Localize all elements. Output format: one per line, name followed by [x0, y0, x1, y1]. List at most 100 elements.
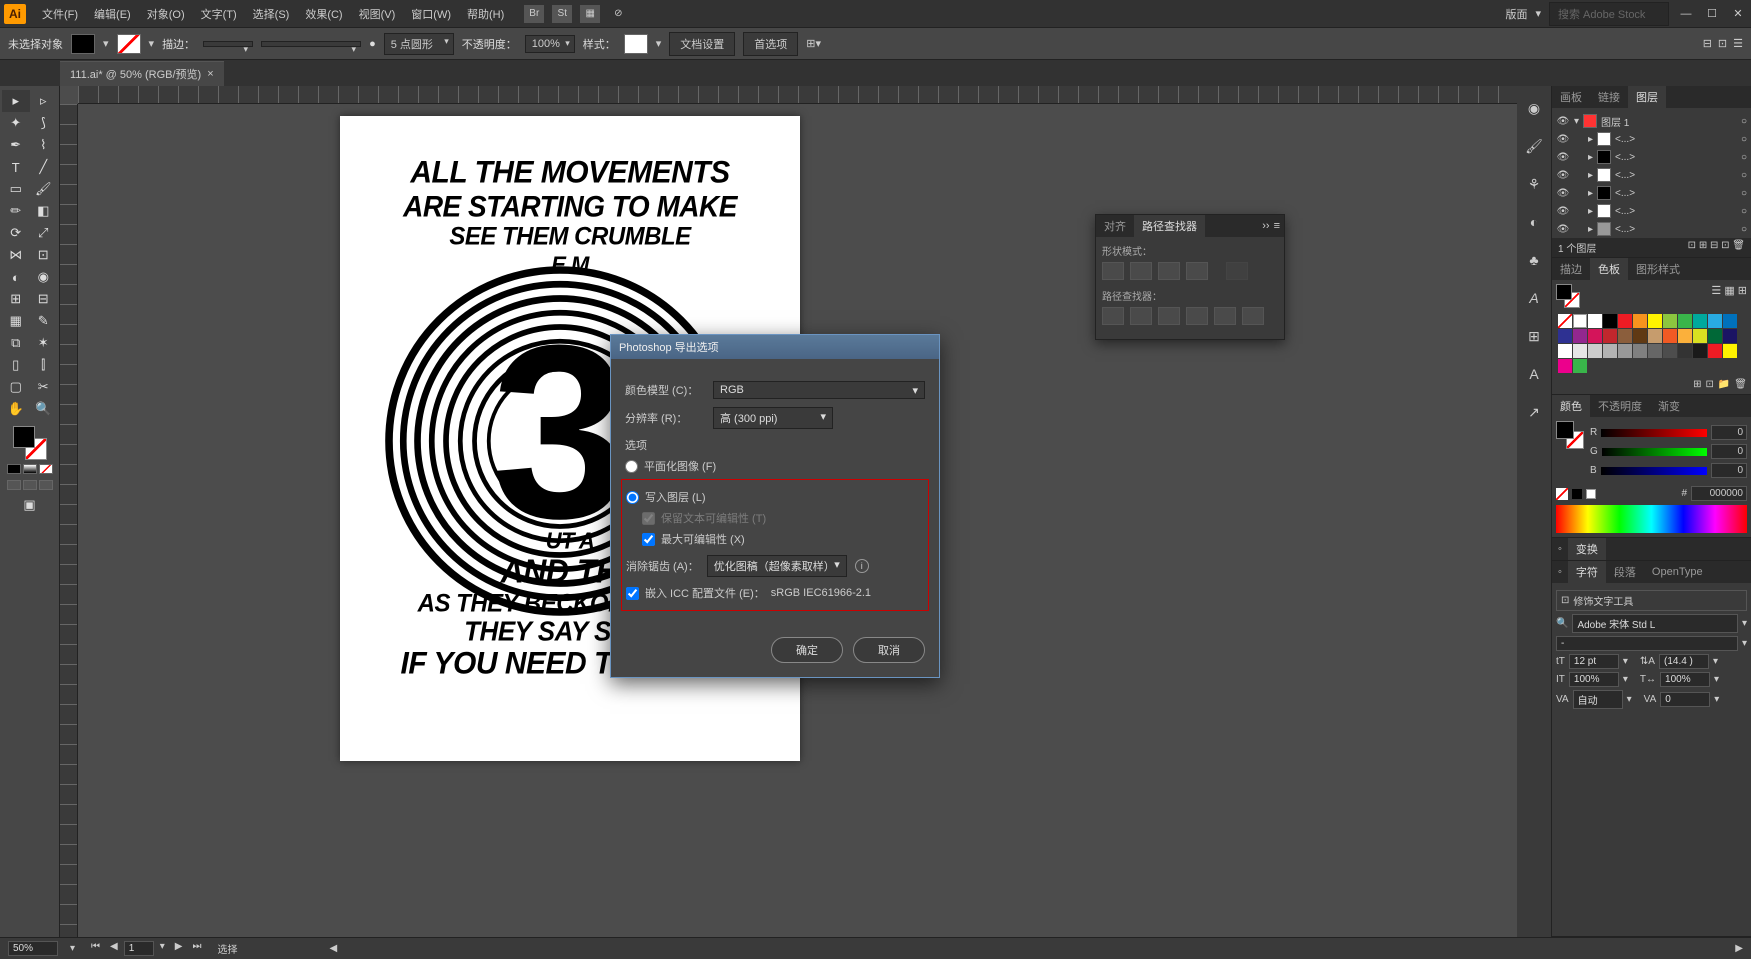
color-spectrum[interactable] — [1556, 505, 1747, 533]
shaper-tool[interactable]: ✏ — [2, 200, 30, 222]
vscale-input[interactable]: 100% — [1569, 672, 1619, 687]
stock-icon[interactable]: St — [552, 5, 572, 23]
swatches-tab[interactable]: 色板 — [1590, 258, 1628, 280]
arrange-icon[interactable]: ▦ — [580, 5, 600, 23]
ruler-horizontal[interactable] — [78, 86, 1517, 104]
panel-toggle-icon[interactable]: ⊡ — [1718, 37, 1727, 50]
ruler-vertical[interactable] — [60, 104, 78, 937]
maximize-icon[interactable]: ☐ — [1703, 7, 1721, 21]
opentype-tab[interactable]: OpenType — [1644, 563, 1711, 581]
visibility-icon[interactable]: 👁 — [1556, 224, 1570, 235]
layer-row[interactable]: 👁▸<...>○ — [1556, 220, 1747, 238]
current-fill-stroke[interactable] — [1556, 284, 1580, 308]
free-transform-tool[interactable]: ⊡ — [30, 244, 58, 266]
outline-icon[interactable] — [1214, 307, 1236, 325]
artboards-tab[interactable]: 画板 — [1552, 86, 1590, 108]
brush-dropdown[interactable]: 5 点圆形 — [384, 33, 454, 55]
stroke-weight-dropdown[interactable] — [203, 41, 253, 47]
flat-image-radio[interactable] — [625, 460, 638, 473]
black-swatch[interactable] — [1572, 489, 1582, 499]
opacity-tab[interactable]: 不透明度 — [1590, 395, 1650, 417]
hand-tool[interactable]: ✋ — [2, 398, 30, 420]
paintbrush-tool[interactable]: 🖌 — [30, 178, 58, 200]
new-swatch-icon[interactable]: ⊡ — [1705, 379, 1713, 390]
color-tab[interactable]: 颜色 — [1552, 395, 1590, 417]
eraser-tool[interactable]: ◧ — [30, 200, 58, 222]
width-tool[interactable]: ⋈ — [2, 244, 30, 266]
brushes-icon[interactable]: 🖌 — [1524, 136, 1544, 156]
crop-icon[interactable] — [1186, 307, 1208, 325]
symbol-sprayer-tool[interactable]: ✶ — [30, 332, 58, 354]
b-slider[interactable] — [1601, 467, 1707, 475]
b-value[interactable]: 0 — [1711, 463, 1747, 478]
white-swatch[interactable] — [1586, 489, 1596, 499]
gradient-mode-icon[interactable] — [23, 464, 37, 474]
column-graph-tool[interactable]: ▯ — [2, 354, 30, 376]
font-weight-select[interactable]: - — [1556, 636, 1738, 651]
layer-row[interactable]: 👁▸<...>○ — [1556, 202, 1747, 220]
type-icon[interactable]: A — [1524, 288, 1544, 308]
intersect-icon[interactable] — [1158, 262, 1180, 280]
blend-tool[interactable]: ⧉ — [2, 332, 30, 354]
menu-select[interactable]: 选择(S) — [245, 2, 298, 26]
live-paint-tool[interactable]: ◉ — [30, 266, 58, 288]
none-mode-icon[interactable] — [39, 464, 53, 474]
r-value[interactable]: 0 — [1711, 425, 1747, 440]
chevron-down-icon[interactable]: ▾ — [103, 37, 109, 50]
paragraph-tab[interactable]: 段落 — [1606, 561, 1644, 583]
close-icon[interactable]: ✕ — [1729, 7, 1747, 21]
artboard-tool[interactable]: ▢ — [2, 376, 30, 398]
hex-value[interactable]: 000000 — [1691, 486, 1747, 501]
color-fill-stroke[interactable] — [1556, 421, 1584, 449]
type-panel-icon[interactable]: A — [1524, 364, 1544, 384]
swatch-view-icons[interactable]: ☰ ▦ ⊞ — [1711, 284, 1747, 308]
gpu-icon[interactable]: ⊘ — [608, 5, 628, 23]
visibility-icon[interactable]: 👁 — [1556, 206, 1570, 217]
close-tab-icon[interactable]: × — [207, 68, 213, 80]
swatch-libraries-icon[interactable]: ⊞ — [1693, 379, 1701, 390]
document-tab[interactable]: 111.ai* @ 50% (RGB/预览) × — [60, 61, 224, 86]
info-icon[interactable]: i — [855, 559, 869, 573]
stroke-swatch[interactable] — [117, 34, 141, 54]
collapse-icon[interactable]: ›› — [1262, 220, 1269, 232]
font-family-select[interactable]: Adobe 宋体 Std L — [1572, 614, 1738, 633]
minus-back-icon[interactable] — [1242, 307, 1264, 325]
divide-icon[interactable] — [1102, 307, 1124, 325]
character-tab[interactable]: 字符 — [1568, 561, 1606, 583]
stroke-profile-dropdown[interactable] — [261, 41, 361, 47]
menu-object[interactable]: 对象(O) — [139, 2, 193, 26]
minus-front-icon[interactable] — [1130, 262, 1152, 280]
trim-icon[interactable] — [1130, 307, 1152, 325]
menu-help[interactable]: 帮助(H) — [459, 2, 512, 26]
eyedropper-tool[interactable]: ✎ — [30, 310, 58, 332]
graphic-styles-tab[interactable]: 图形样式 — [1628, 258, 1688, 280]
layer-row[interactable]: 👁▾图层 1○ — [1556, 112, 1747, 130]
menu-view[interactable]: 视图(V) — [351, 2, 404, 26]
visibility-icon[interactable]: 👁 — [1556, 170, 1570, 181]
rectangle-tool[interactable]: ▭ — [2, 178, 30, 200]
line-tool[interactable]: ╱ — [30, 156, 58, 178]
screen-mode-icon[interactable]: ▣ — [16, 494, 44, 516]
write-layers-radio[interactable] — [626, 491, 639, 504]
color-model-select[interactable]: RGB — [713, 381, 925, 399]
stroke-tab[interactable]: 描边 — [1552, 258, 1590, 280]
align-tab[interactable]: 对齐 — [1096, 215, 1134, 237]
pathfinder-panel[interactable]: 对齐 路径查找器 ›› ≡ 形状模式： 路径查找器： — [1095, 214, 1285, 340]
exclude-icon[interactable] — [1186, 262, 1208, 280]
dialog-title[interactable]: Photoshop 导出选项 — [611, 335, 939, 359]
layers-tab[interactable]: 图层 — [1628, 86, 1666, 108]
bar-graph-tool[interactable]: ⫿ — [30, 354, 58, 376]
gradient-tool[interactable]: ▦ — [2, 310, 30, 332]
kerning-input[interactable]: 自动 — [1573, 690, 1623, 709]
visibility-icon[interactable]: 👁 — [1556, 188, 1570, 199]
chevron-down-icon[interactable]: ▾ — [1535, 7, 1541, 20]
layout-label[interactable]: 版面 — [1505, 6, 1527, 22]
unite-icon[interactable] — [1102, 262, 1124, 280]
slice-tool[interactable]: ✂ — [30, 376, 58, 398]
scrollbar-left-icon[interactable]: ◀ — [329, 943, 337, 954]
align-icon[interactable]: ⊞▾ — [806, 37, 821, 50]
direct-selection-tool[interactable]: ▹ — [30, 90, 58, 112]
delete-swatch-icon[interactable]: 🗑 — [1734, 379, 1747, 390]
leading-input[interactable]: (14.4 ) — [1659, 654, 1709, 669]
chevron-down-icon[interactable]: ▾ — [149, 37, 155, 50]
